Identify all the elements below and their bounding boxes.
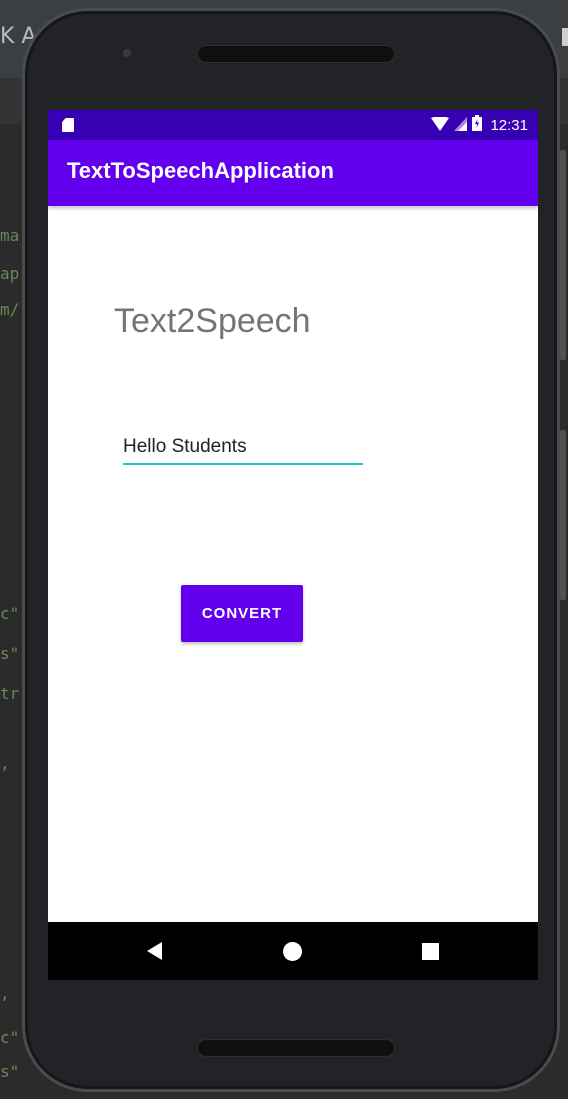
- code-fragment: c": [0, 604, 20, 623]
- code-fragment: tr: [0, 684, 20, 703]
- text-input[interactable]: [123, 432, 363, 462]
- code-fragment: s": [0, 1062, 20, 1081]
- heading-text: Text2Speech: [114, 302, 311, 340]
- wifi-icon: [431, 115, 450, 135]
- recent-apps-button[interactable]: [400, 922, 460, 980]
- code-fragment: c": [0, 1028, 20, 1047]
- input-underline: [123, 463, 363, 465]
- sd-card-icon: [62, 118, 74, 132]
- code-fragment: s": [0, 644, 20, 663]
- front-camera: [123, 49, 131, 57]
- bottom-speaker: [197, 1039, 395, 1057]
- convert-button[interactable]: CONVERT: [181, 585, 303, 642]
- status-bar: 12:31: [48, 110, 538, 140]
- app-bar: TextToSpeechApplication: [48, 140, 538, 206]
- signal-icon: [454, 116, 468, 135]
- code-fragment: ma: [0, 226, 20, 245]
- back-icon: [146, 942, 162, 960]
- navigation-bar: [48, 922, 538, 980]
- recent-apps-icon: [421, 942, 439, 960]
- device-screen: 12:31 TextToSpeechApplication Text2Speec…: [48, 110, 538, 980]
- code-fragment: ,: [0, 754, 10, 773]
- ide-toolbar-icon: [562, 28, 568, 46]
- text-input-field[interactable]: [123, 432, 363, 466]
- ide-scrollbar-lower[interactable]: [560, 430, 566, 600]
- home-icon: [282, 941, 302, 961]
- home-button[interactable]: [262, 922, 322, 980]
- ide-scrollbar[interactable]: [560, 150, 566, 360]
- app-title: TextToSpeechApplication: [67, 158, 334, 183]
- code-fragment: ap: [0, 264, 20, 283]
- code-fragment: ,: [0, 984, 10, 1003]
- battery-icon: [472, 115, 483, 135]
- code-fragment: m/: [0, 300, 20, 319]
- status-icons: 12:31: [431, 110, 528, 140]
- back-button[interactable]: [124, 922, 184, 980]
- status-time: 12:31: [490, 116, 528, 134]
- earpiece-speaker: [197, 45, 395, 63]
